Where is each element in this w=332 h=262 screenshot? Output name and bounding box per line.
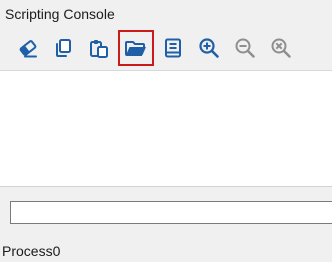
documentation-button[interactable] (155, 30, 191, 66)
open-folder-icon (125, 41, 146, 56)
clear-button[interactable] (10, 30, 46, 66)
zoom-reset-icon (271, 38, 291, 58)
book-icon (165, 38, 181, 58)
process-label: Process0 (2, 243, 61, 259)
paste-icon (90, 40, 108, 58)
zoom-out-button[interactable] (227, 30, 263, 66)
zoom-in-icon (199, 38, 219, 58)
zoom-in-button[interactable] (191, 30, 227, 66)
eraser-icon (19, 40, 37, 58)
copy-button[interactable] (45, 30, 81, 66)
zoom-out-icon (235, 38, 255, 58)
paste-button[interactable] (81, 30, 117, 66)
open-script-button[interactable] (118, 30, 154, 66)
toolbar (0, 30, 332, 66)
command-input[interactable] (10, 201, 332, 224)
copy-icon (56, 39, 71, 57)
console-output[interactable] (0, 70, 332, 187)
window-title: Scripting Console (5, 6, 115, 22)
zoom-reset-button[interactable] (263, 30, 299, 66)
